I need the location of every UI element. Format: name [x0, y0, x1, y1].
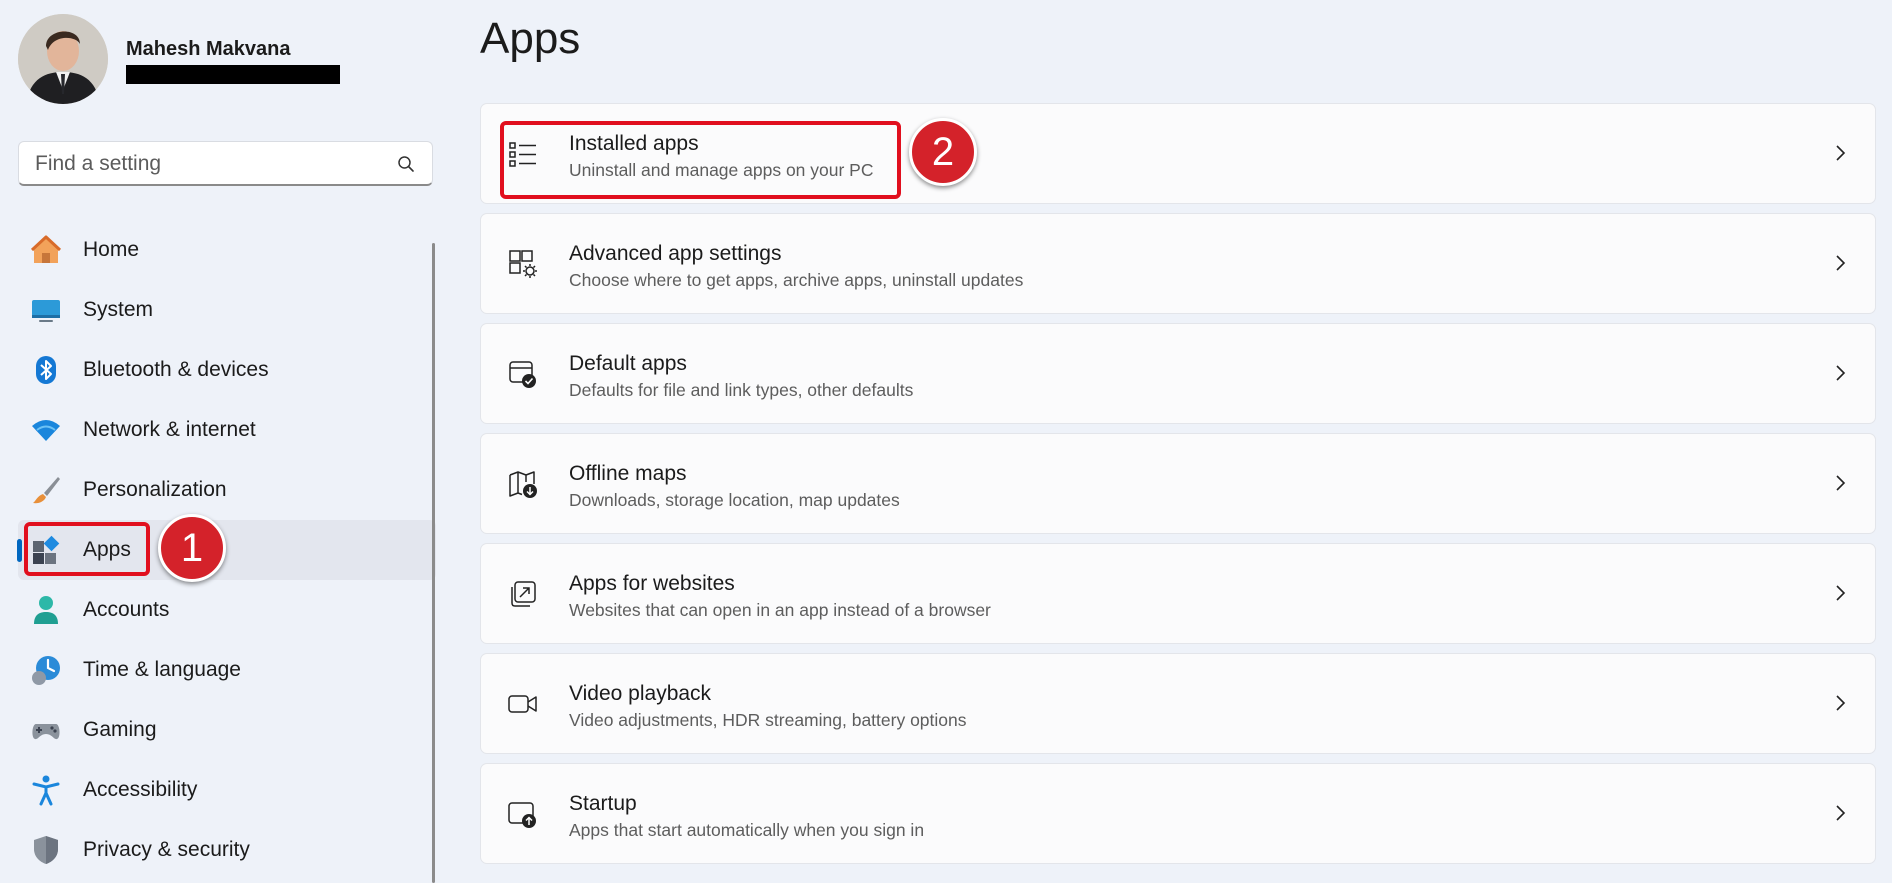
paintbrush-icon	[30, 474, 62, 506]
monitor-icon	[30, 294, 62, 326]
card-title: Advanced app settings	[569, 242, 782, 265]
video-icon	[508, 695, 537, 713]
nav-label-accounts: Accounts	[83, 598, 170, 621]
nav-label-home: Home	[83, 238, 140, 261]
nav-label-bluetooth: Bluetooth & devices	[83, 358, 269, 381]
settings-card-list: Installed apps Uninstall and manage apps…	[480, 103, 1876, 873]
open-in-app-icon	[511, 581, 536, 607]
card-description: Choose where to get apps, archive apps, …	[569, 270, 1024, 290]
card-description: Downloads, storage location, map updates	[569, 490, 900, 510]
nav-item-accounts[interactable]: Accounts	[18, 580, 436, 640]
nav-item-time-language[interactable]: Time & language	[18, 640, 436, 700]
search-icon[interactable]	[396, 154, 416, 174]
chevron-right-icon	[1836, 805, 1846, 821]
nav-label-network: Network & internet	[83, 418, 256, 441]
person-icon	[30, 594, 62, 626]
card-apps-for-websites[interactable]: Apps for websites Websites that can open…	[480, 543, 1876, 644]
chevron-right-icon	[1836, 145, 1846, 161]
nav-label-system: System	[83, 298, 154, 321]
nav-item-accessibility[interactable]: Accessibility	[18, 760, 436, 820]
wifi-icon	[30, 414, 62, 446]
annotation-badge-step2: 2	[909, 118, 977, 186]
nav-item-gaming[interactable]: Gaming	[18, 700, 436, 760]
map-download-icon	[509, 471, 537, 498]
nav-item-system[interactable]: System	[18, 280, 436, 340]
avatar[interactable]	[18, 14, 108, 104]
card-description: Apps that start automatically when you s…	[569, 820, 925, 840]
clock-globe-icon	[30, 654, 62, 686]
card-title: Startup	[569, 792, 637, 815]
card-video-playback[interactable]: Video playback Video adjustments, HDR st…	[480, 653, 1876, 754]
nav-item-privacy[interactable]: Privacy & security	[18, 820, 436, 880]
card-title: Apps for websites	[569, 572, 735, 595]
nav-item-bluetooth[interactable]: Bluetooth & devices	[18, 340, 436, 400]
card-title: Video playback	[569, 682, 712, 705]
gamepad-icon	[30, 714, 62, 746]
card-description: Video adjustments, HDR streaming, batter…	[569, 710, 967, 730]
nav-label-personalization: Personalization	[83, 478, 227, 501]
sidebar-scrollbar[interactable]	[432, 243, 435, 883]
nav-label-time-language: Time & language	[83, 658, 241, 681]
chevron-right-icon	[1836, 255, 1846, 271]
nav-label-gaming: Gaming	[83, 718, 157, 741]
page-title: Apps	[480, 14, 581, 63]
shield-icon	[30, 834, 62, 866]
home-icon	[30, 234, 62, 266]
card-title: Offline maps	[569, 462, 687, 485]
nav-item-network[interactable]: Network & internet	[18, 400, 436, 460]
card-description: Defaults for file and link types, other …	[569, 380, 914, 400]
accessibility-icon	[30, 774, 62, 806]
chevron-right-icon	[1836, 585, 1846, 601]
startup-icon	[508, 802, 536, 828]
annotation-box-step2	[500, 121, 901, 199]
card-default-apps[interactable]: Default apps Defaults for file and link …	[480, 323, 1876, 424]
search-input[interactable]	[35, 152, 375, 176]
annotation-box-step1	[24, 522, 150, 576]
card-startup[interactable]: Startup Apps that start automatically wh…	[480, 763, 1876, 864]
chevron-right-icon	[1836, 475, 1846, 491]
card-description: Websites that can open in an app instead…	[569, 600, 991, 620]
sidebar: Mahesh Makvana Home	[0, 0, 440, 883]
card-offline-maps[interactable]: Offline maps Downloads, storage location…	[480, 433, 1876, 534]
nav-label-accessibility: Accessibility	[83, 778, 198, 801]
nav-item-personalization[interactable]: Personalization	[18, 460, 436, 520]
bluetooth-icon	[30, 354, 62, 386]
chevron-right-icon	[1836, 365, 1846, 381]
default-apps-icon	[509, 361, 536, 388]
app-settings-icon	[509, 250, 537, 278]
card-title: Default apps	[569, 352, 687, 375]
annotation-badge-step1: 1	[158, 514, 226, 582]
nav-label-privacy: Privacy & security	[83, 838, 250, 861]
redacted-email	[126, 65, 340, 84]
nav-item-home[interactable]: Home	[18, 220, 436, 280]
card-advanced-app-settings[interactable]: Advanced app settings Choose where to ge…	[480, 213, 1876, 314]
chevron-right-icon	[1836, 695, 1846, 711]
search-box[interactable]	[18, 141, 433, 186]
user-name: Mahesh Makvana	[126, 38, 291, 60]
